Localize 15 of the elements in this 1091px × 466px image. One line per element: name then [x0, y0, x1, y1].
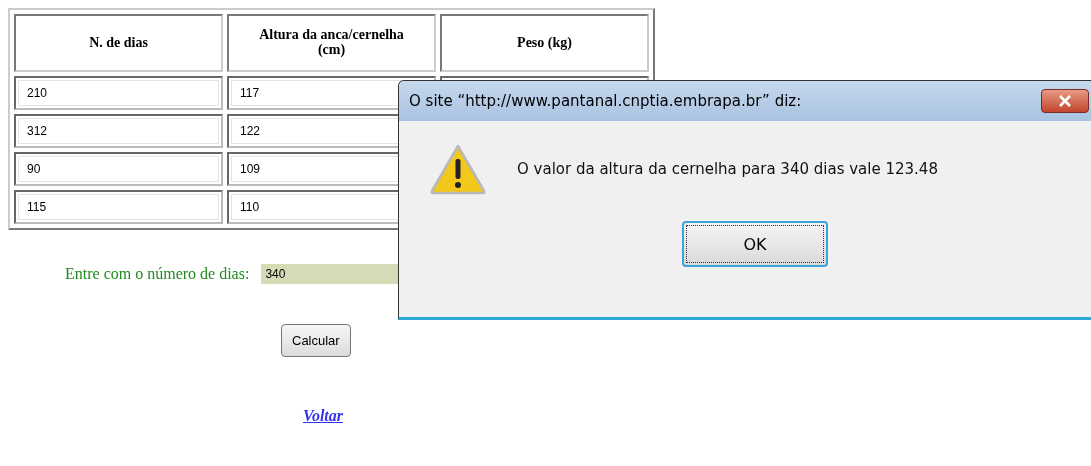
cell-input[interactable]: 210: [14, 76, 223, 110]
days-label: Entre com o número de dias:: [65, 265, 250, 283]
close-button[interactable]: [1041, 89, 1089, 113]
alert-message: O valor da altura da cernelha para 340 dias vale 123.48: [517, 160, 938, 178]
cell-input[interactable]: 90: [14, 152, 223, 186]
column-header: Peso (kg): [440, 14, 649, 72]
column-header: N. de dias: [14, 14, 223, 72]
ok-button[interactable]: OK: [682, 221, 828, 267]
column-header: Altura da anca/cernelha (cm): [227, 14, 436, 72]
cell-input[interactable]: 115: [14, 190, 223, 224]
cell-input[interactable]: 312: [14, 114, 223, 148]
close-icon: [1058, 95, 1072, 107]
calculate-button[interactable]: Calcular: [281, 324, 351, 357]
warning-icon: [429, 143, 487, 195]
back-link[interactable]: Voltar: [303, 407, 343, 424]
